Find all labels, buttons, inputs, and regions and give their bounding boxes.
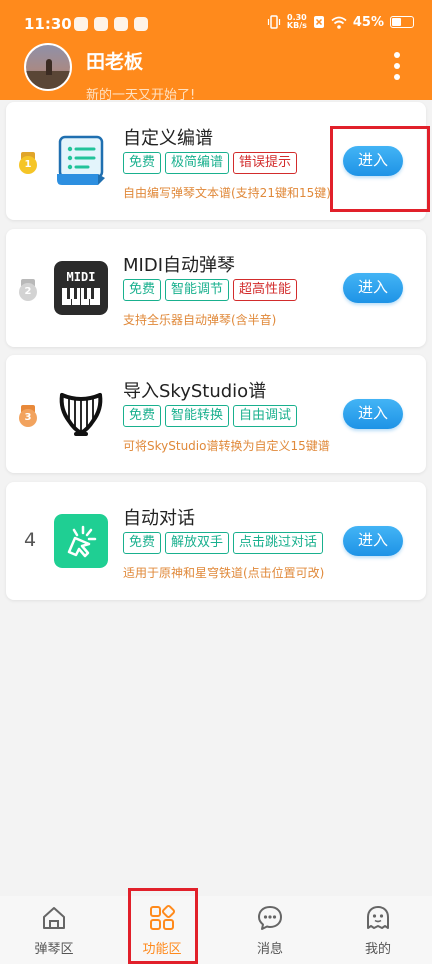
battery-fill bbox=[392, 18, 401, 26]
nav-label: 我的 bbox=[364, 942, 391, 957]
tag-list: 免费 智能调节 超高性能 bbox=[123, 279, 298, 301]
more-options-icon[interactable] bbox=[389, 52, 405, 80]
card-description: 自由编写弹琴文本谱(支持21键和15键) bbox=[123, 186, 331, 200]
card-description: 可将SkyStudio谱转换为自定义15键谱 bbox=[123, 439, 330, 453]
enter-button[interactable]: 进入 bbox=[343, 399, 403, 429]
tag: 点击跳过对话 bbox=[233, 532, 324, 554]
tag: 超高性能 bbox=[233, 279, 298, 301]
nav-label: 消息 bbox=[256, 942, 283, 957]
rank-3-medal-icon: 3 bbox=[18, 405, 38, 427]
harp-icon bbox=[59, 393, 103, 436]
highlight-box-features-tab bbox=[128, 888, 198, 964]
tag: 极简编谱 bbox=[165, 152, 230, 174]
rank-number: 4 bbox=[24, 529, 37, 551]
tag: 免费 bbox=[123, 152, 162, 174]
rank-number: 1 bbox=[19, 156, 37, 174]
tag: 免费 bbox=[123, 532, 162, 554]
nav-item-profile[interactable]: 我的 bbox=[338, 896, 418, 964]
feature-card-auto-dialog: 4 自动对话 免费 解放双手 点击跳过对话 适用于原神和星穹铁道(点击位置可改)… bbox=[6, 482, 426, 600]
battery-percent: 45% bbox=[352, 14, 384, 30]
rank-2-medal-icon: 2 bbox=[18, 279, 38, 301]
rank-1-medal-icon: 1 bbox=[18, 152, 38, 174]
vibrate-icon bbox=[267, 15, 280, 29]
tiktok-icon bbox=[114, 17, 128, 31]
tag: 解放双手 bbox=[165, 532, 230, 554]
notification-icons bbox=[74, 17, 148, 31]
card-title: MIDI自动弹琴 bbox=[123, 255, 236, 276]
enter-button[interactable]: 进入 bbox=[343, 273, 403, 303]
card-title: 自定义编谱 bbox=[123, 128, 213, 149]
battery-icon bbox=[390, 16, 414, 28]
app-notification-icon bbox=[74, 17, 88, 31]
app-notification-icon bbox=[94, 17, 108, 31]
rank-number: 2 bbox=[19, 283, 37, 301]
app-header: 11:30 0.30 KB/s 45% 田老板 新的一天又开始了! bbox=[0, 0, 432, 103]
card-title: 导入SkyStudio谱 bbox=[123, 381, 267, 402]
tag: 免费 bbox=[123, 279, 162, 301]
nav-item-piano[interactable]: 弹琴区 bbox=[14, 896, 94, 964]
tag: 智能转换 bbox=[165, 405, 230, 427]
nav-item-messages[interactable]: 消息 bbox=[230, 896, 310, 964]
card-description: 支持全乐器自动弹琴(含半音) bbox=[123, 313, 277, 327]
dot bbox=[394, 74, 400, 80]
tag: 自由调试 bbox=[233, 405, 298, 427]
card-title: 自动对话 bbox=[123, 508, 195, 529]
avatar-figure bbox=[46, 59, 52, 75]
chat-icon bbox=[258, 906, 282, 930]
tap-cursor-icon bbox=[54, 514, 108, 568]
profile-icon bbox=[367, 906, 389, 929]
enter-button[interactable]: 进入 bbox=[343, 526, 403, 556]
home-icon bbox=[43, 907, 65, 929]
dot bbox=[394, 52, 400, 58]
tag: 免费 bbox=[123, 405, 162, 427]
highlight-box-enter bbox=[330, 126, 430, 212]
tag-list: 免费 极简编谱 错误提示 bbox=[123, 152, 298, 174]
card-description: 适用于原神和星穹铁道(点击位置可改) bbox=[123, 566, 325, 580]
net-speed-unit: KB/s bbox=[286, 21, 307, 30]
wifi-icon bbox=[331, 16, 347, 29]
nav-label: 弹琴区 bbox=[34, 942, 74, 957]
greeting-text: 新的一天又开始了! bbox=[86, 88, 196, 103]
status-bar: 11:30 0.30 KB/s 45% bbox=[0, 0, 432, 40]
dot bbox=[394, 63, 400, 69]
network-speed: 0.30 KB/s bbox=[287, 14, 307, 30]
tag: 错误提示 bbox=[233, 152, 298, 174]
app-notification-icon bbox=[134, 17, 148, 31]
status-right: 0.30 KB/s 45% bbox=[267, 14, 414, 30]
midi-label: MIDI bbox=[67, 270, 96, 284]
rank-number: 3 bbox=[19, 409, 37, 427]
bottom-nav: 弹琴区 功能区 消息 我的 bbox=[0, 896, 432, 964]
status-time: 11:30 bbox=[24, 15, 72, 33]
tag: 智能调节 bbox=[165, 279, 230, 301]
midi-keyboard-icon: MIDI bbox=[54, 261, 108, 315]
avatar[interactable] bbox=[24, 43, 72, 91]
tag-list: 免费 解放双手 点击跳过对话 bbox=[123, 532, 324, 554]
username: 田老板 bbox=[86, 51, 144, 73]
feature-card-skystudio: 3 导入SkyStudio谱 免费 智能转换 自由调试 可将SkyStudio谱… bbox=[6, 355, 426, 473]
feature-card-midi: 2 MIDI MIDI自动弹琴 免费 智能调节 超高性能 支持全乐器自动弹琴(含… bbox=[6, 229, 426, 347]
sim-off-icon bbox=[313, 16, 324, 28]
sheet-editor-icon bbox=[57, 135, 105, 185]
tag-list: 免费 智能转换 自由调试 bbox=[123, 405, 298, 427]
